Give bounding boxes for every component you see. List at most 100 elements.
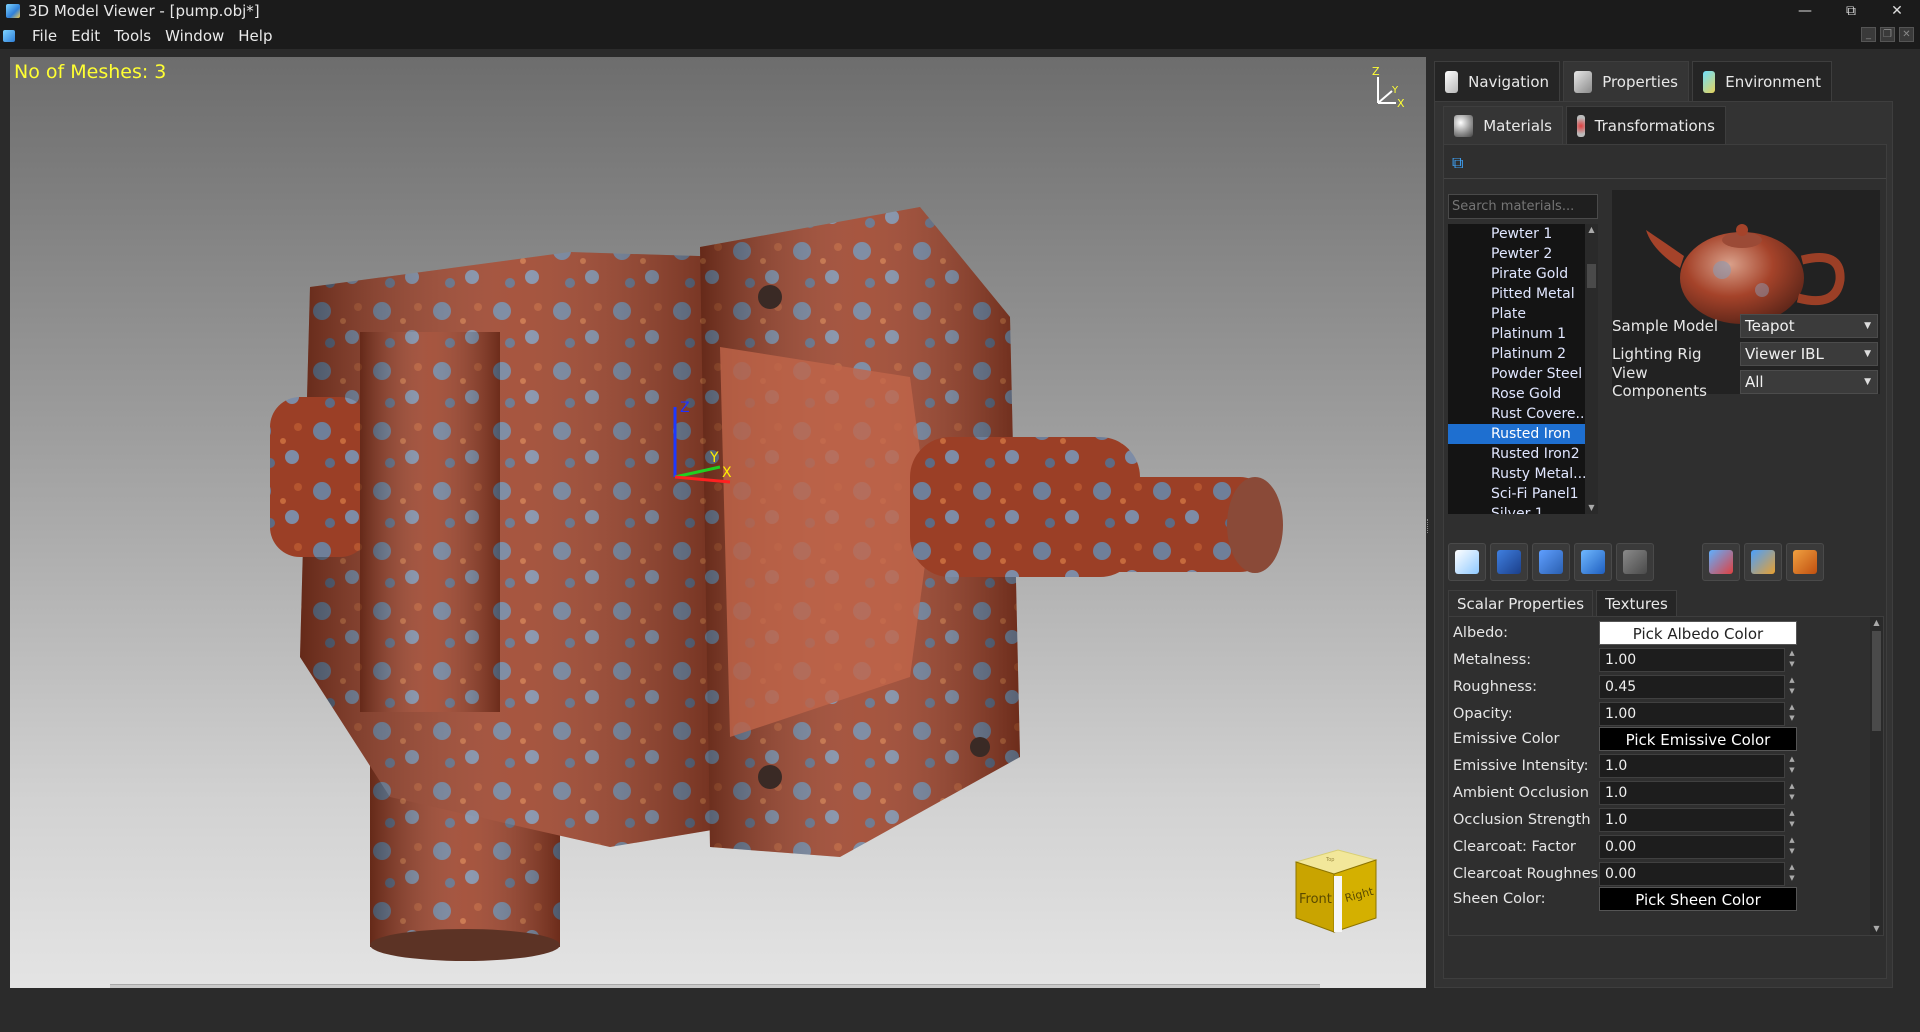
properties-tab-content: Materials Transformations ⧉ Pewter 1 Pew… — [1434, 101, 1893, 988]
emissive-color-label: Emissive Color — [1453, 730, 1560, 747]
materials-icon — [1454, 114, 1474, 137]
lighting-rig-value: Viewer IBL — [1745, 345, 1824, 363]
pick-emissive-color-button[interactable]: Pick Emissive Color — [1599, 726, 1797, 751]
paint-button[interactable] — [1744, 543, 1782, 581]
save-as-button[interactable] — [1532, 543, 1570, 581]
scroll-thumb[interactable] — [1587, 264, 1596, 288]
lighting-rig-dropdown[interactable]: Viewer IBL ▼ — [1740, 342, 1878, 366]
tab-properties[interactable]: Properties — [1563, 61, 1689, 101]
clearcoat-roughness-spinner[interactable]: ▲ ▼ — [1787, 862, 1797, 886]
3d-viewport[interactable]: Z Y X No of Meshes: 3 Z Y X Front Right … — [10, 57, 1426, 988]
list-item[interactable]: Sci-Fi Panel1 — [1448, 484, 1585, 504]
minimize-button[interactable]: — — [1782, 0, 1828, 22]
view-cube[interactable]: Front Right Top — [1290, 846, 1386, 938]
tab-textures[interactable]: Textures — [1596, 590, 1677, 616]
metalness-input[interactable]: 1.00 — [1599, 647, 1785, 672]
scroll-down-icon[interactable]: ▼ — [1870, 923, 1883, 935]
window-controls: — ⧉ ✕ — [1782, 0, 1920, 22]
roughness-input[interactable]: 0.45 — [1599, 674, 1785, 699]
settings-button[interactable] — [1616, 543, 1654, 581]
roughness-row: Roughness: 0.45 ▲ ▼ — [1449, 673, 1871, 700]
list-item-selected[interactable]: Rusted Iron — [1448, 424, 1585, 444]
scroll-thumb[interactable] — [1872, 631, 1881, 731]
sample-model-row: Sample Model Teapot ▼ — [1612, 313, 1882, 339]
paint-icon — [1751, 550, 1775, 574]
axis-indicator-icon: Z Y X — [1372, 65, 1405, 109]
emissive-intensity-spinner[interactable]: ▲ ▼ — [1787, 754, 1797, 778]
save-button[interactable] — [1490, 543, 1528, 581]
list-item[interactable]: Pirate Gold — [1448, 264, 1585, 284]
tab-environment[interactable]: Environment — [1692, 61, 1832, 101]
emissive-intensity-input[interactable]: 1.0 — [1599, 753, 1785, 778]
emissive-intensity-row: Emissive Intensity: 1.0 ▲ ▼ — [1449, 752, 1871, 779]
tab-materials[interactable]: Materials — [1443, 106, 1563, 144]
list-item[interactable]: Platinum 2 — [1448, 344, 1585, 364]
occlusion-strength-spinner[interactable]: ▲ ▼ — [1787, 808, 1797, 832]
opacity-spinner[interactable]: ▲ ▼ — [1787, 702, 1797, 726]
external-link-icon[interactable]: ⧉ — [1452, 153, 1463, 173]
list-item[interactable]: Rust Covere... — [1448, 404, 1585, 424]
material-search-input[interactable] — [1448, 194, 1598, 219]
albedo-row: Albedo: Pick Albedo Color — [1449, 619, 1871, 646]
tab-navigation[interactable]: Navigation — [1434, 61, 1560, 101]
sample-model-label: Sample Model — [1612, 317, 1719, 335]
menu-tools[interactable]: Tools — [107, 27, 158, 45]
tab-transformations[interactable]: Transformations — [1566, 106, 1726, 144]
pick-sheen-color-button[interactable]: Pick Sheen Color — [1599, 886, 1797, 911]
list-item[interactable]: Silver 1 — [1448, 504, 1585, 514]
occlusion-strength-label: Occlusion Strength — [1453, 811, 1591, 828]
document-icon[interactable] — [3, 29, 15, 42]
pick-albedo-color-button[interactable]: Pick Albedo Color — [1599, 620, 1797, 645]
list-item[interactable]: Rusty Metal... — [1448, 464, 1585, 484]
layers-button[interactable] — [1702, 543, 1740, 581]
list-item[interactable]: Pewter 1 — [1448, 224, 1585, 244]
tab-scalar-properties[interactable]: Scalar Properties — [1448, 590, 1594, 616]
ambient-occlusion-spinner[interactable]: ▲ ▼ — [1787, 781, 1797, 805]
mdi-minimize-button[interactable]: _ — [1861, 27, 1876, 42]
occlusion-strength-input[interactable]: 1.0 — [1599, 807, 1785, 832]
scroll-up-icon[interactable]: ▲ — [1870, 617, 1883, 629]
new-material-icon — [1455, 550, 1479, 574]
clearcoat-factor-label: Clearcoat: Factor — [1453, 838, 1576, 855]
list-item[interactable]: Rose Gold — [1448, 384, 1585, 404]
ambient-occlusion-input[interactable]: 1.0 — [1599, 780, 1785, 805]
viewport-horizontal-scrollbar[interactable] — [110, 984, 1320, 988]
properties-scrollbar[interactable]: ▲ ▼ — [1870, 617, 1883, 935]
list-item[interactable]: Platinum 1 — [1448, 324, 1585, 344]
clearcoat-factor-input[interactable]: 0.00 — [1599, 834, 1785, 859]
metalness-spinner[interactable]: ▲ ▼ — [1787, 648, 1797, 672]
list-item[interactable]: Rusted Iron2 — [1448, 444, 1585, 464]
viewcube-front-label[interactable]: Front — [1299, 892, 1332, 907]
axis-y-label: Y — [1391, 85, 1399, 96]
new-material-button[interactable] — [1448, 543, 1486, 581]
chevron-down-icon: ▼ — [1864, 321, 1871, 331]
apply-button[interactable] — [1574, 543, 1612, 581]
close-button[interactable]: ✕ — [1874, 0, 1920, 22]
mdi-close-button[interactable]: ✕ — [1899, 27, 1914, 42]
clearcoat-roughness-input[interactable]: 0.00 — [1599, 861, 1785, 886]
mdi-restore-button[interactable]: ❐ — [1880, 27, 1895, 42]
chevron-down-icon: ▼ — [1864, 377, 1871, 387]
sample-model-dropdown[interactable]: Teapot ▼ — [1740, 314, 1878, 338]
material-list-scrollbar[interactable]: ▲ ▼ — [1585, 224, 1598, 514]
opacity-row: Opacity: 1.00 ▲ ▼ — [1449, 700, 1871, 727]
menu-window[interactable]: Window — [158, 27, 231, 45]
menu-help[interactable]: Help — [231, 27, 279, 45]
scroll-up-icon[interactable]: ▲ — [1585, 224, 1598, 236]
restore-button[interactable]: ⧉ — [1828, 0, 1874, 22]
menu-file[interactable]: File — [25, 27, 64, 45]
list-item[interactable]: Plate — [1448, 304, 1585, 324]
pump-model: Z Y X — [270, 207, 1283, 961]
view-components-dropdown[interactable]: All ▼ — [1740, 370, 1878, 394]
material-list[interactable]: Pewter 1 Pewter 2 Pirate Gold Pitted Met… — [1448, 224, 1585, 514]
list-item[interactable]: Powder Steel — [1448, 364, 1585, 384]
scroll-down-icon[interactable]: ▼ — [1585, 502, 1598, 514]
opacity-input[interactable]: 1.00 — [1599, 701, 1785, 726]
clearcoat-factor-spinner[interactable]: ▲ ▼ — [1787, 835, 1797, 859]
delete-button[interactable] — [1786, 543, 1824, 581]
list-item[interactable]: Pitted Metal — [1448, 284, 1585, 304]
roughness-spinner[interactable]: ▲ ▼ — [1787, 675, 1797, 699]
list-item[interactable]: Pewter 2 — [1448, 244, 1585, 264]
menu-edit[interactable]: Edit — [64, 27, 107, 45]
viewcube-top-label[interactable]: Top — [1325, 857, 1334, 863]
